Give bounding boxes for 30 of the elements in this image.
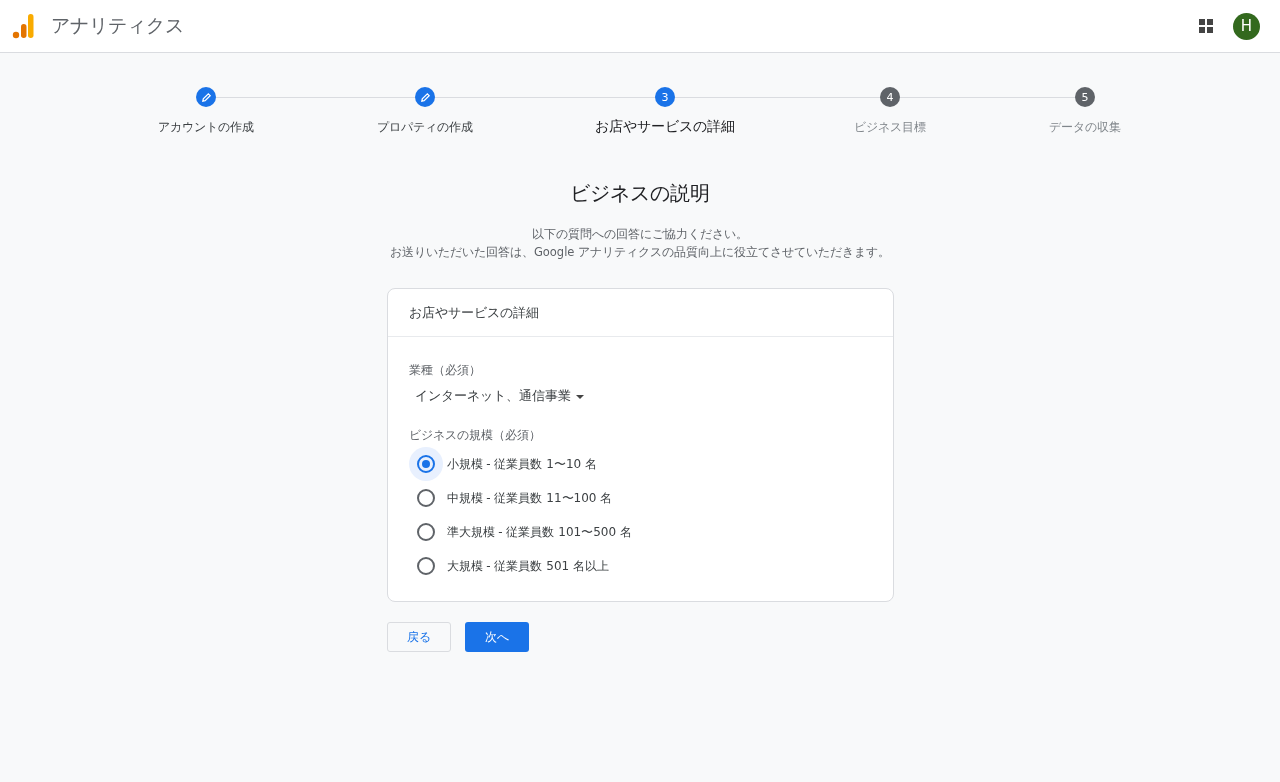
step-number: 5 <box>1075 87 1095 107</box>
radio-button[interactable] <box>416 557 435 575</box>
radio-button[interactable] <box>416 489 435 507</box>
caret-icon <box>575 394 584 399</box>
intro-text: お送りいただいた回答は、Google アナリティクスの品質向上に役立てさせていただきます。 <box>388 244 892 261</box>
intro-text: 以下の質問への回答にご協力ください。 <box>531 226 749 243</box>
step-label: アカウントの作成 <box>158 119 254 136</box>
back-button[interactable]: 戻る <box>386 622 451 652</box>
step-label: データの収集 <box>1049 119 1121 136</box>
step-label: プロパティの作成 <box>377 119 473 136</box>
apps-grid-icon[interactable] <box>1199 19 1213 33</box>
field-label: ビジネスの規模（必須） <box>408 427 542 443</box>
page-heading: ビジネスの説明 <box>569 180 711 207</box>
app-title: アナリティクス <box>51 13 184 38</box>
industry-dropdown[interactable]: インターネット、通信事業 <box>408 384 590 409</box>
step-number: 3 <box>655 87 675 107</box>
field-label: 業種（必須） <box>408 362 482 378</box>
step-label: お店やサービスの詳細 <box>595 118 735 136</box>
step-number: 4 <box>880 87 900 107</box>
analytics-logo-icon <box>12 13 34 39</box>
radio-label[interactable]: 大規模 - 従業員数 501 名以上 <box>446 557 609 575</box>
radio-button[interactable] <box>416 455 435 473</box>
step-label: ビジネス目標 <box>854 119 926 136</box>
radio-label[interactable]: 小規模 - 従業員数 1〜10 名 <box>446 455 597 473</box>
card-title: お店やサービスの詳細 <box>387 289 893 337</box>
radio-label[interactable]: 中規模 - 従業員数 11〜100 名 <box>446 489 613 507</box>
radio-button[interactable] <box>416 523 435 541</box>
radio-label[interactable]: 準大規模 - 従業員数 101〜500 名 <box>446 523 632 541</box>
avatar[interactable]: H <box>1233 12 1260 40</box>
next-button[interactable]: 次へ <box>464 622 529 652</box>
